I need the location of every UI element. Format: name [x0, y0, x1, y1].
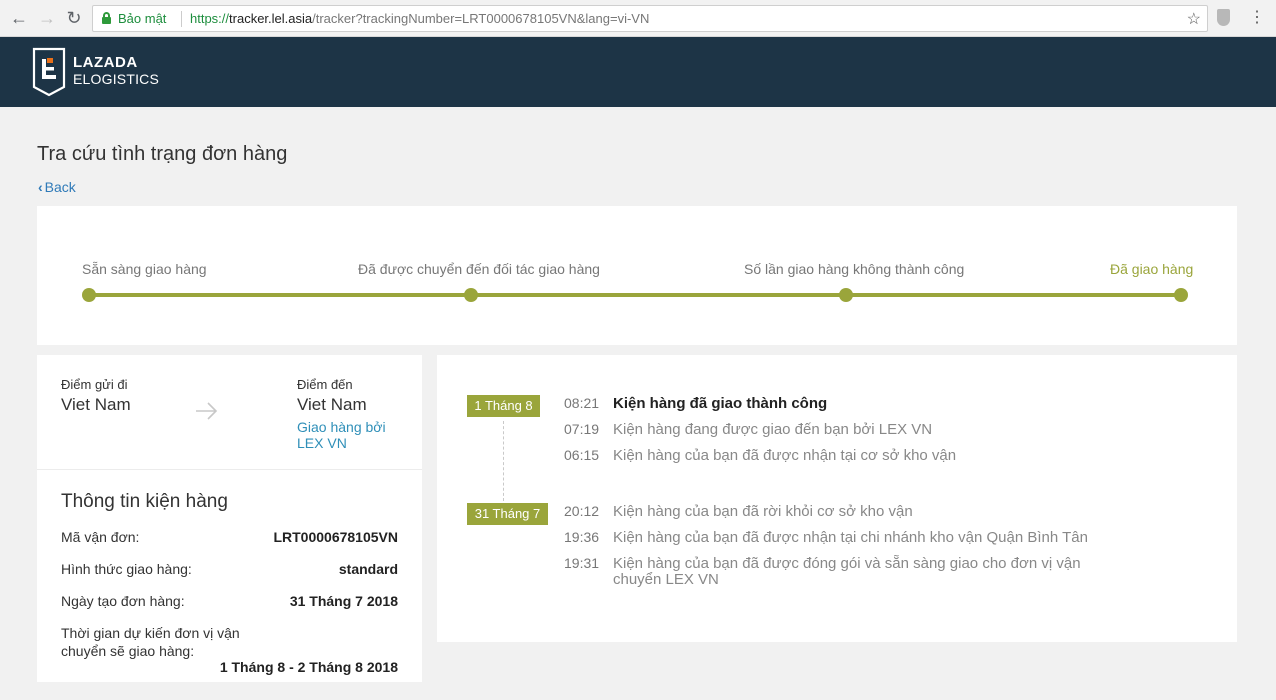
- lock-icon: [102, 12, 111, 24]
- progress-dot-1: [82, 288, 96, 302]
- extension-shield-icon[interactable]: [1217, 9, 1230, 26]
- progress-dot-3: [839, 288, 853, 302]
- url-host: tracker.lel.asia: [229, 11, 313, 26]
- url-text[interactable]: https://tracker.lel.asia/tracker?trackin…: [190, 11, 649, 26]
- progress-dot-4: [1174, 288, 1188, 302]
- tracking-number-value: LRT0000678105VN: [273, 529, 398, 545]
- timeline-connector: [503, 421, 504, 501]
- secure-label: Bảo mật: [118, 11, 167, 26]
- page-title: Tra cứu tình trạng đơn hàng: [37, 143, 288, 165]
- progress-step-label: Sẵn sàng giao hàng: [82, 261, 207, 277]
- event-time: 08:21: [564, 395, 600, 411]
- progress-line: [89, 293, 1181, 297]
- estimated-delivery-label: Thời gian dự kiến đơn vị vận chuyển sẽ g…: [61, 625, 240, 659]
- order-date-value: 31 Tháng 7 2018: [289, 593, 398, 609]
- event-description: Kiện hàng của bạn đã rời khỏi cơ sở kho …: [613, 503, 913, 520]
- site-header: LAZADA ELOGISTICS: [0, 37, 1276, 107]
- origin-label: Điểm gửi đi: [61, 377, 128, 392]
- date-badge: 31 Tháng 7: [467, 503, 548, 525]
- back-link[interactable]: ‹ Back: [38, 179, 76, 195]
- package-info-title: Thông tin kiện hàng: [61, 491, 228, 512]
- date-badge: 1 Tháng 8: [467, 395, 540, 417]
- destination-value: Viet Nam: [297, 395, 367, 414]
- event-time: 19:36: [564, 529, 600, 545]
- lazada-logo-icon[interactable]: [32, 47, 66, 97]
- event-time: 20:12: [564, 503, 600, 519]
- shipment-progress: Sẵn sàng giao hàng Đã được chuyển đến đố…: [37, 206, 1237, 345]
- address-bar[interactable]: Bảo mật https://tracker.lel.asia/tracker…: [92, 5, 1208, 32]
- event-time: 19:31: [564, 555, 600, 571]
- browser-menu-icon[interactable]: ⋮: [1249, 7, 1265, 29]
- origin-value: Viet Nam: [61, 395, 131, 414]
- event-description: Kiện hàng đã giao thành công: [613, 395, 828, 412]
- address-divider: [181, 11, 182, 27]
- event-time: 06:15: [564, 447, 600, 463]
- event-description: Kiện hàng của bạn đã được đóng gói và sẵ…: [613, 555, 1081, 588]
- brand-wordmark[interactable]: LAZADA ELOGISTICS: [73, 54, 160, 88]
- progress-step-label: Đã được chuyển đến đối tác giao hàng: [358, 261, 600, 277]
- event-description: Kiện hàng của bạn đã được nhận tại chi n…: [613, 529, 1088, 546]
- destination-label: Điểm đến: [297, 377, 353, 392]
- chevron-left-icon: ‹: [38, 179, 43, 195]
- delivery-method-value: standard: [338, 561, 398, 577]
- progress-step-label-current: Đã giao hàng: [1110, 261, 1194, 277]
- forward-arrow-icon[interactable]: →: [36, 7, 58, 29]
- url-path: /tracker?trackingNumber=LRT0000678105VN&…: [312, 11, 650, 26]
- reload-icon[interactable]: ↻: [63, 7, 85, 29]
- tracking-number-label: Mã vận đơn:: [61, 529, 140, 545]
- progress-step-label: Số lần giao hàng không thành công: [744, 261, 965, 277]
- brand-name-line2: ELOGISTICS: [73, 71, 160, 87]
- arrow-right-icon: [196, 402, 218, 420]
- tracking-timeline: 1 Tháng 8 08:21 Kiện hàng đã giao thành …: [437, 355, 1237, 642]
- bookmark-star-icon[interactable]: ☆: [1187, 9, 1201, 29]
- shipment-info-card: Điểm gửi đi Viet Nam Điểm đến Viet Nam G…: [37, 355, 422, 682]
- event-description: Kiện hàng đang được giao đến bạn bởi LEX…: [613, 421, 933, 438]
- event-description: Kiện hàng của bạn đã được nhận tại cơ sở…: [613, 447, 957, 464]
- back-link-label: Back: [44, 179, 76, 195]
- brand-name-line1: LAZADA: [73, 54, 138, 71]
- delivery-method-label: Hình thức giao hàng:: [61, 561, 192, 577]
- estimated-delivery-value: 1 Tháng 8 - 2 Tháng 8 2018: [219, 659, 398, 675]
- url-scheme: https://: [190, 11, 230, 26]
- event-time: 07:19: [564, 421, 600, 437]
- order-date-label: Ngày tạo đơn hàng:: [61, 593, 185, 609]
- browser-toolbar: ← → ↻ Bảo mật https://tracker.lel.asia/t…: [0, 0, 1276, 37]
- progress-dot-2: [464, 288, 478, 302]
- carrier-link[interactable]: Giao hàng bởi LEX VN: [297, 419, 397, 451]
- route-section: Điểm gửi đi Viet Nam Điểm đến Viet Nam G…: [37, 355, 422, 470]
- back-arrow-icon[interactable]: ←: [8, 7, 30, 29]
